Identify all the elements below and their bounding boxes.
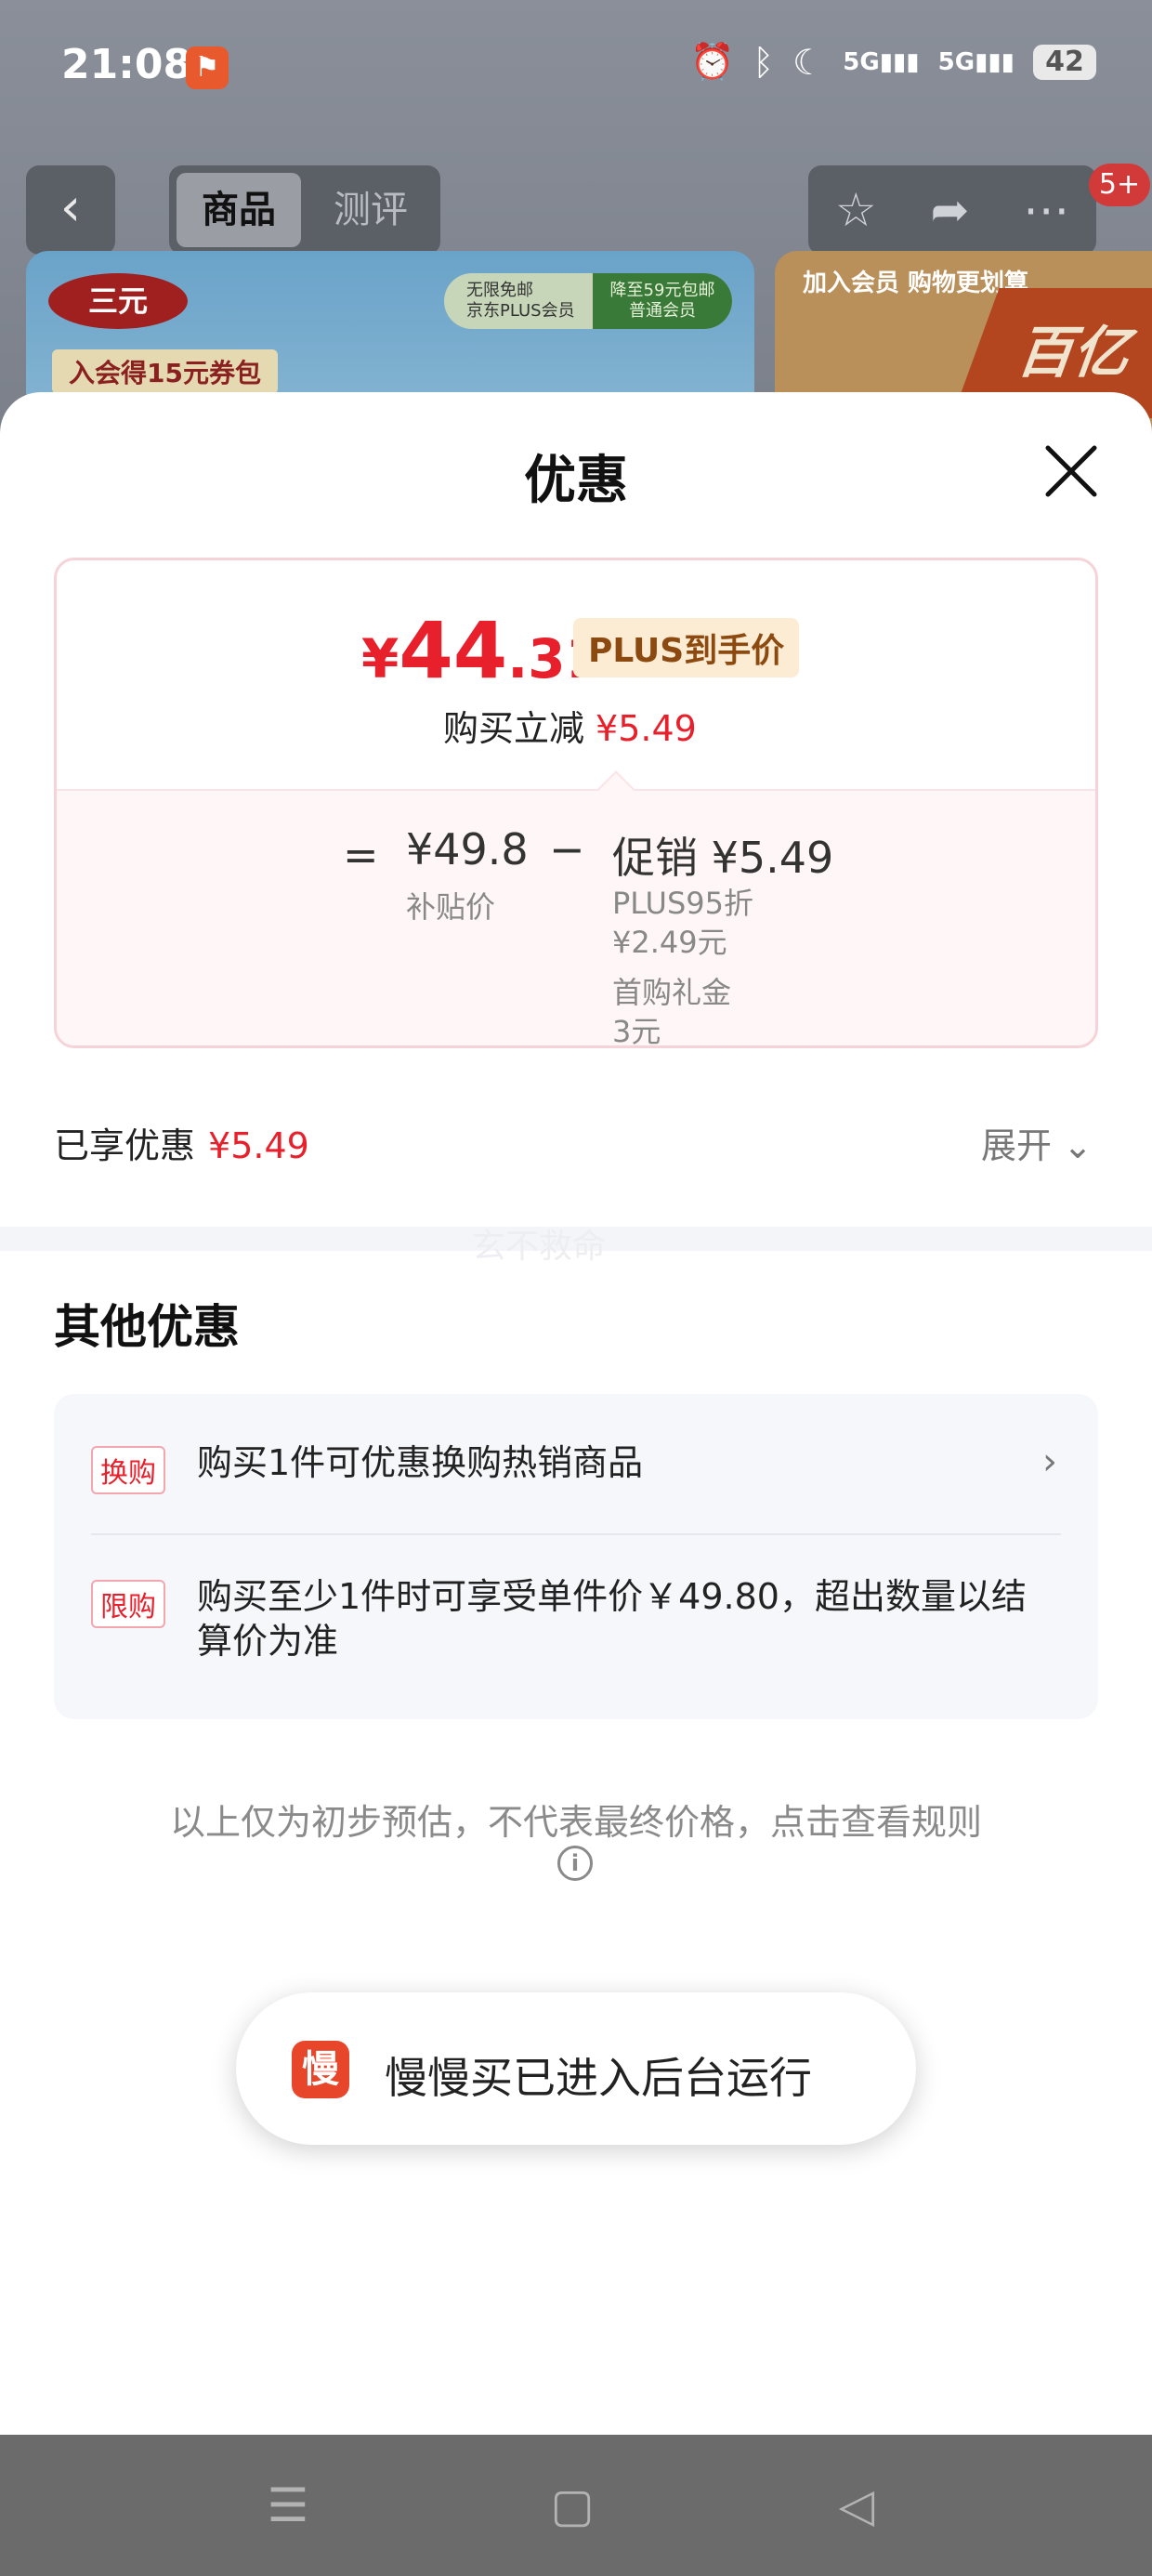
shipping-pill: 无限免邮 京东PLUS会员 降至59元包邮 普通会员 bbox=[444, 273, 732, 329]
offer-tag: 限购 bbox=[91, 1580, 165, 1628]
discount-sheet: 优惠 ¥44.31 PLUS到手价 购买立减 ¥5.49 = ¥49.8 补贴价 … bbox=[0, 392, 1152, 2435]
background-toast: 慢 慢慢买已进入后台运行 bbox=[236, 1992, 916, 2145]
offer-text: 购买1件可优惠换购热销商品 bbox=[197, 1442, 644, 1483]
price-card: ¥44.31 PLUS到手价 购买立减 ¥5.49 = ¥49.8 补贴价 − 促… bbox=[54, 558, 1098, 1048]
status-time: 21:08 bbox=[61, 41, 192, 88]
alarm-icon: ⏰ bbox=[690, 41, 735, 82]
sheet-title: 优惠 bbox=[524, 451, 628, 511]
back-button[interactable]: ‹ bbox=[26, 165, 115, 255]
purchase-reduction: 购买立减 ¥5.49 bbox=[443, 708, 697, 749]
bluetooth-icon: ᛒ bbox=[753, 41, 775, 83]
expand-button[interactable]: 展开 ⌄ bbox=[981, 1117, 1093, 1168]
member-coupon-tag: 入会得15元券包 bbox=[52, 349, 278, 394]
signal-icon: 5G▮▮▮ bbox=[843, 47, 920, 76]
subsidy-price-label: 补贴价 bbox=[406, 889, 496, 925]
tab-review[interactable]: 测评 bbox=[308, 173, 433, 247]
toolbar-group: ☆ ➦ ⋯ bbox=[808, 165, 1096, 255]
background-page: 21:08 ⚑ ⏰ ᛒ ☾ 5G▮▮▮ 5G▮▮▮ 42 ‹ 商品 测评 ☆ ➦… bbox=[0, 0, 1152, 437]
promo-detail-plus: PLUS95折 ¥2.49元 bbox=[612, 886, 753, 960]
running-app-icon: ⚑ bbox=[186, 46, 229, 89]
plus-price-badge: PLUS到手价 bbox=[573, 618, 800, 677]
status-bar: 21:08 ⚑ ⏰ ᛒ ☾ 5G▮▮▮ 5G▮▮▮ 42 bbox=[0, 0, 1152, 130]
watermark: 玄不救命 bbox=[472, 1228, 607, 1266]
info-icon[interactable]: i bbox=[557, 1846, 593, 1881]
tab-product[interactable]: 商品 bbox=[177, 173, 301, 247]
offer-item-exchange[interactable]: 换购 购买1件可优惠换购热销商品 › bbox=[91, 1440, 1057, 1496]
menu-icon[interactable]: ☰ bbox=[260, 2477, 316, 2533]
chevron-down-icon: ⌄ bbox=[1063, 1125, 1093, 1166]
offer-text: 购买至少1件时可享受单件价￥49.80，超出数量以结算价为准 bbox=[197, 1576, 1027, 1662]
minus-sign: − bbox=[549, 824, 585, 874]
other-offers-list: 换购 购买1件可优惠换购热销商品 › 限购 购买至少1件时可享受单件价￥49.8… bbox=[54, 1394, 1098, 1719]
product-tab-bar: 商品 测评 bbox=[169, 165, 440, 255]
enjoyed-discount: 已享优惠 ¥5.49 bbox=[54, 1125, 309, 1166]
message-count-badge: 5+ bbox=[1089, 164, 1150, 206]
back-triangle-icon[interactable]: ◁ bbox=[829, 2477, 884, 2533]
system-nav-bar: ☰ ▢ ◁ bbox=[0, 2435, 1152, 2576]
final-price: ¥44.31 bbox=[361, 605, 604, 696]
offer-tag: 换购 bbox=[91, 1446, 165, 1494]
offer-item-limit: 限购 购买至少1件时可享受单件价￥49.80，超出数量以结算价为准 bbox=[91, 1574, 1057, 1676]
price-disclaimer[interactable]: 以上仅为初步预估，不代表最终价格，点击查看规则 bbox=[0, 1794, 1152, 1845]
brand-logo: 三元 bbox=[48, 273, 188, 329]
moon-icon: ☾ bbox=[792, 41, 825, 83]
app-logo-icon: 慢 bbox=[292, 2041, 349, 2098]
subsidy-price: ¥49.8 bbox=[406, 824, 529, 874]
signal-icon-2: 5G▮▮▮ bbox=[937, 47, 1015, 76]
home-icon[interactable]: ▢ bbox=[544, 2477, 600, 2533]
other-offers-title: 其他优惠 bbox=[54, 1300, 240, 1354]
battery-icon: 42 bbox=[1033, 44, 1096, 80]
chevron-right-icon: › bbox=[1042, 1440, 1057, 1483]
toast-message: 慢慢买已进入后台运行 bbox=[385, 2053, 812, 2103]
close-icon[interactable] bbox=[1039, 439, 1104, 504]
membership-banner-title: 加入会员 购物更划算 bbox=[803, 269, 1029, 297]
list-divider bbox=[91, 1533, 1061, 1535]
star-icon[interactable]: ☆ bbox=[835, 183, 877, 237]
more-icon[interactable]: ⋯ bbox=[1023, 183, 1069, 237]
status-icons: ⏰ ᛒ ☾ 5G▮▮▮ 5G▮▮▮ 42 bbox=[690, 41, 1096, 83]
promo-detail-first-buy: 首购礼金 3元 bbox=[612, 975, 732, 1048]
share-icon[interactable]: ➦ bbox=[930, 183, 969, 237]
promotion-amount: 促销 ¥5.49 bbox=[612, 833, 834, 883]
equals-sign: = bbox=[343, 830, 379, 880]
